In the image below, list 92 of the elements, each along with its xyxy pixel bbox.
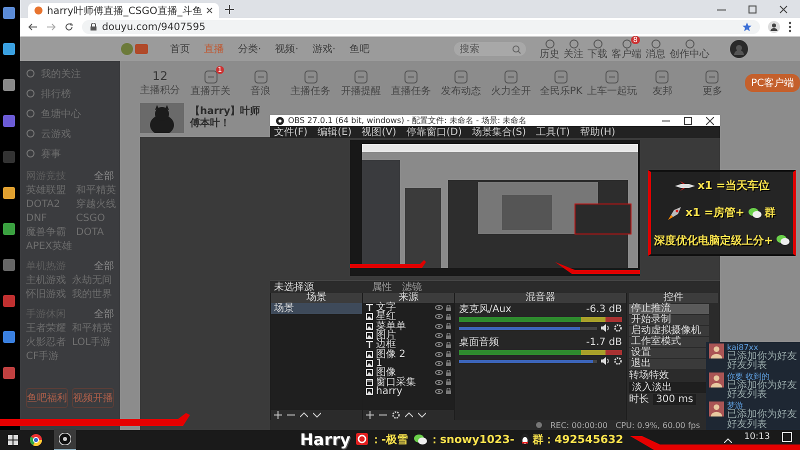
dock-header: 控件 <box>629 293 718 303</box>
notification-text: 已添加你为好友 <box>727 410 797 420</box>
sidebar-button[interactable]: 鱼吧福利 <box>26 388 68 408</box>
tool-label[interactable]: 火力全开 <box>491 86 532 96</box>
control-button[interactable]: 工作室模式 <box>629 337 709 347</box>
more-link[interactable]: 全部 <box>94 259 114 273</box>
nav-link[interactable]: 首页 <box>170 42 190 56</box>
contact-text: ：snowy1023- <box>428 432 514 446</box>
source-item[interactable]: 图像 2 <box>376 350 432 359</box>
dock-header: 来源 <box>363 293 454 303</box>
score-value: 12 <box>152 69 168 83</box>
tool-label[interactable]: 全民乐PK <box>540 86 582 96</box>
tool-label[interactable]: 上车一起玩 <box>586 86 637 96</box>
tool-label[interactable]: 发布动态 <box>441 86 482 96</box>
source-item[interactable]: 文字 <box>376 303 432 312</box>
menu-item[interactable]: 停靠窗口(D) <box>406 125 462 139</box>
header-link[interactable]: 客户端 <box>612 48 642 60</box>
nav-link[interactable]: 鱼吧 <box>350 42 370 56</box>
notification-text: 已添加你为好友 <box>727 352 797 362</box>
tool-label[interactable]: 友邦 <box>652 86 672 96</box>
menu-item[interactable]: 工具(T) <box>536 125 570 139</box>
menu-item[interactable]: 文件(F) <box>274 125 308 139</box>
source-item[interactable]: 图像 <box>376 368 432 378</box>
scene-item[interactable]: 场景 <box>271 303 362 314</box>
header-link[interactable]: 下载 <box>588 48 608 60</box>
browser-tab[interactable]: harry叶师傅直播_CSGO直播_斗鱼 <box>28 3 220 18</box>
source-item[interactable]: 图片 <box>376 331 432 340</box>
more-link[interactable]: 全部 <box>94 169 114 183</box>
stream-title: 【harry】叶师傅本叶！ <box>190 106 262 130</box>
tool-label[interactable]: 音浪 <box>250 86 271 96</box>
tool-label[interactable]: 直播任务 <box>390 86 431 96</box>
source-item[interactable]: 1 <box>376 358 432 368</box>
header-link[interactable]: 历史 <box>540 48 560 60</box>
contact-text: 群：492545632 <box>532 432 624 446</box>
channel-name: 桌面音频 <box>459 338 499 348</box>
header-link[interactable]: 消息 <box>646 48 666 60</box>
streamer-name: Harry <box>300 430 350 448</box>
score-label: 主播积分 <box>140 84 180 97</box>
promo-text: 群 <box>764 205 776 220</box>
sidebar-button[interactable]: 视频开播 <box>72 388 114 408</box>
source-item[interactable]: harry <box>376 386 432 396</box>
source-item[interactable]: 边框 <box>376 340 432 350</box>
cpu-status: CPU: 0.9%, 60.00 fps <box>616 420 700 430</box>
control-button[interactable]: 停止推流 <box>629 304 709 314</box>
source-item[interactable]: 菜单单 <box>376 322 432 331</box>
menu-item[interactable]: 视图(V) <box>362 125 396 139</box>
tool-label[interactable]: 主播任务 <box>290 86 331 96</box>
notification-text: 已添加你为好友 <box>727 380 797 390</box>
control-button[interactable]: 退出 <box>629 359 709 369</box>
transition-header: 转场特效 <box>629 370 670 381</box>
control-button[interactable]: 开始录制 <box>629 315 709 325</box>
notification-text: 好友列表 <box>727 361 767 371</box>
tool-label[interactable]: 开播提醒 <box>340 86 381 96</box>
address-field[interactable]: douyu.com/9407595 <box>82 20 760 34</box>
tool-label[interactable]: 更多 <box>702 86 722 96</box>
source-item[interactable]: 星红 <box>376 312 432 322</box>
transition-dropdown[interactable]: 淡入淡出 <box>629 382 708 393</box>
channel-name: 麦克风/Aux <box>459 305 512 315</box>
notification-text: 好友列表 <box>727 420 768 430</box>
nav-link[interactable]: 视频· <box>275 42 298 56</box>
more-link[interactable]: 全部 <box>94 307 114 321</box>
rec-status: REC: 00:00:00 <box>550 420 608 430</box>
channel-reading: -1.7 dB <box>586 338 622 348</box>
promo-text: 深度优化电脑定级上分+ <box>654 232 774 248</box>
menu-item[interactable]: 编辑(E) <box>318 125 352 139</box>
pc-client-button[interactable]: PC客户端 <box>744 74 800 92</box>
contact-text: ：-极雪 <box>370 432 408 446</box>
header-link[interactable]: 创作中心 <box>670 48 710 60</box>
source-item[interactable]: 窗口采集 <box>376 378 432 387</box>
friend-name[interactable]: kai87xx <box>727 342 797 352</box>
promo-text: x1 =房管+ <box>685 205 744 220</box>
nav-link[interactable]: 游戏· <box>312 42 336 56</box>
menu-item[interactable]: 场景集合(S) <box>472 125 526 139</box>
window-title: OBS 27.0.1 (64 bit, windows) - 配置文件: 未命名 - 场景: 未命名 <box>288 115 527 126</box>
nav-link[interactable]: 分类· <box>238 42 262 56</box>
control-button[interactable]: 设置 <box>629 348 709 358</box>
duration-label: 时长 <box>629 394 649 405</box>
dock-header: 场景 <box>271 293 362 303</box>
search-field[interactable]: 搜索 <box>454 42 526 56</box>
clock[interactable]: 10:13 <box>744 432 770 442</box>
tool-label[interactable]: 直播开关 <box>190 86 231 96</box>
header-link[interactable]: 关注 <box>564 48 584 60</box>
no-source-label: 未选择源 <box>274 280 314 293</box>
source-tool-button[interactable]: 属性 <box>370 280 394 294</box>
control-button[interactable]: 启动虚拟摄像机 <box>629 326 709 336</box>
friend-name[interactable]: 你要 收到的 <box>727 372 797 381</box>
channel-reading: -6.3 dB <box>586 305 622 315</box>
duration-field[interactable]: 300 ms <box>653 394 696 405</box>
notification-text: 好友列表 <box>727 390 767 400</box>
dock-header: 混音器 <box>455 293 626 303</box>
menu-item[interactable]: 帮助(H) <box>580 125 616 139</box>
promo-text: x1 =当天车位 <box>698 178 770 194</box>
